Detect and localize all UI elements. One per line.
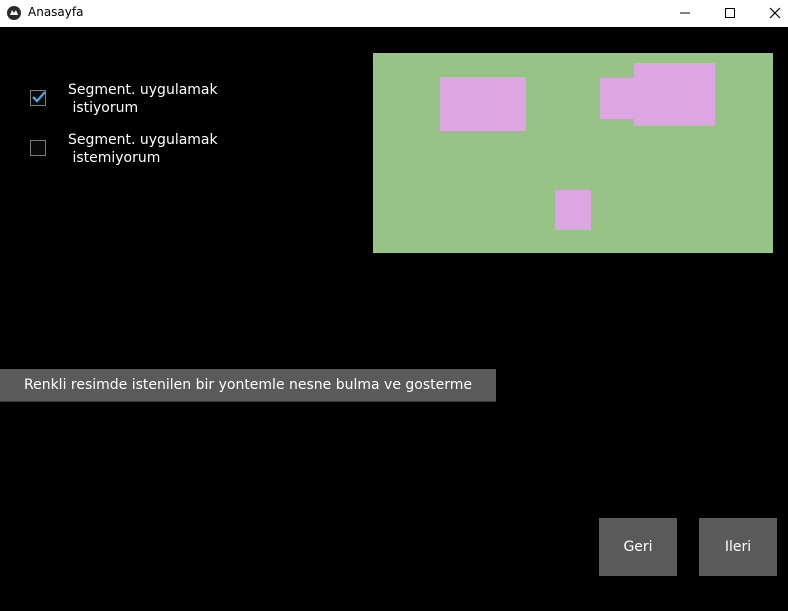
apply-segmentation-checkbox[interactable]	[30, 90, 46, 106]
back-button[interactable]: Geri	[599, 518, 677, 576]
apply-segmentation-label: Segment. uygulamak istiyorum	[68, 82, 218, 116]
title-bar[interactable]: Anasayfa	[0, 0, 788, 27]
window-title: Anasayfa	[28, 5, 84, 19]
minimize-icon	[680, 12, 690, 14]
next-button[interactable]: Ileri	[699, 518, 777, 576]
close-icon	[769, 7, 781, 19]
detected-object	[634, 63, 715, 126]
checkmark-icon	[32, 91, 46, 103]
skip-segmentation-label: Segment. uygulamak istemiyorum	[68, 132, 218, 166]
kivy-logo-icon	[7, 6, 21, 20]
detected-object	[555, 190, 591, 230]
minimize-button[interactable]	[662, 0, 708, 27]
image-preview	[373, 53, 773, 253]
maximize-button[interactable]	[707, 0, 753, 27]
maximize-icon	[725, 8, 735, 18]
close-button[interactable]	[752, 0, 788, 27]
app-window: Anasayfa Segment. uygulamak istiyorum Se…	[0, 0, 788, 611]
detected-object	[440, 77, 526, 131]
skip-segmentation-checkbox[interactable]	[30, 140, 46, 156]
find-objects-button[interactable]: Renkli resimde istenilen bir yontemle ne…	[0, 369, 496, 402]
